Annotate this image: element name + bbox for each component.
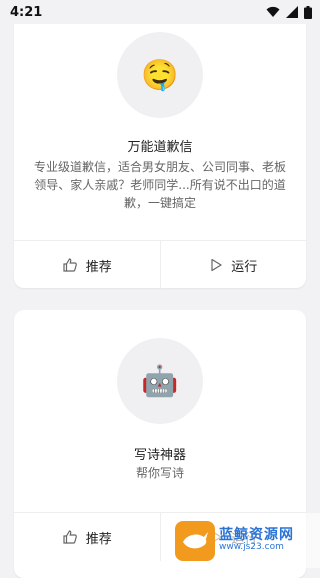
status-icons <box>266 5 312 19</box>
whale-logo-icon <box>175 520 215 561</box>
card-actions: 推荐 运行 <box>14 240 306 289</box>
tool-card-apology-letter[interactable]: 🤤 万能道歉信 专业级道歉信，适合男女朋友、公司同事、老板领导、家人亲戚？老师同… <box>14 6 306 289</box>
recommend-button[interactable]: 推荐 <box>14 241 160 289</box>
tool-title: 写诗神器 <box>133 448 186 463</box>
status-time: 4:21 <box>10 4 43 20</box>
thumbs-up-icon <box>62 257 78 273</box>
cellular-signal-icon <box>286 6 298 18</box>
status-bar: 4:21 <box>0 0 320 24</box>
recommend-label: 推荐 <box>85 531 112 547</box>
tool-title: 万能道歉信 <box>127 140 193 155</box>
watermark: 蓝鲸资源网 www.js23.com <box>171 513 320 568</box>
battery-icon <box>304 5 312 19</box>
thumbs-up-icon <box>62 529 78 545</box>
run-label: 运行 <box>231 259 258 275</box>
robot-icon: 🤖 <box>141 363 179 399</box>
watermark-url: www.js23.com <box>219 542 284 553</box>
recommend-button[interactable]: 推荐 <box>14 513 160 561</box>
recommend-label: 推荐 <box>85 259 112 275</box>
tool-avatar: 🤤 <box>117 32 203 118</box>
wifi-icon <box>266 6 280 18</box>
tool-description: 帮你写诗 <box>135 466 184 480</box>
tool-avatar: 🤖 <box>117 338 203 424</box>
run-button[interactable]: 运行 <box>159 241 307 289</box>
watermark-title: 蓝鲸资源网 <box>219 526 294 543</box>
tool-description: 专业级道歉信，适合男女朋友、公司同事、老板领导、家人亲戚？老师同学...所有说不… <box>33 160 286 210</box>
play-icon <box>209 258 223 272</box>
drooling-face-icon: 🤤 <box>141 57 179 93</box>
